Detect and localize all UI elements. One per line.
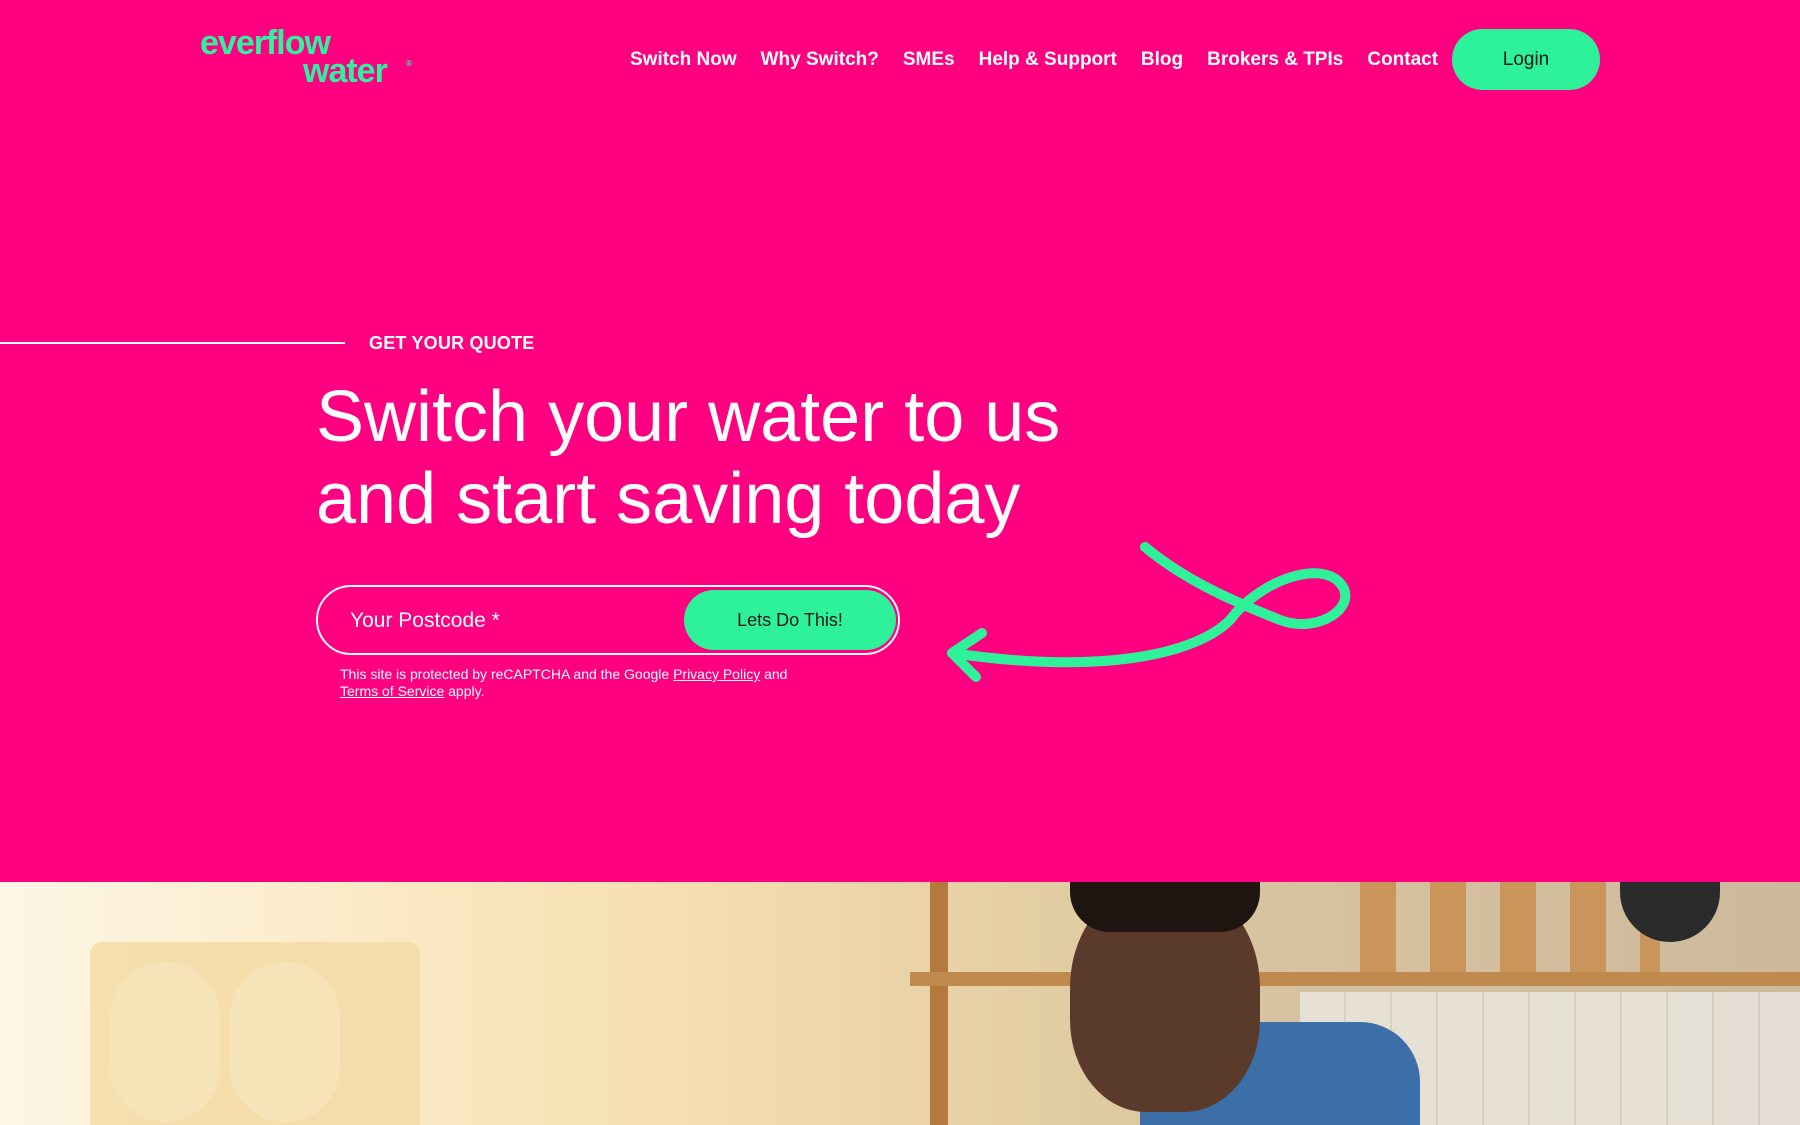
- main-nav: Switch Now Why Switch? SMEs Help & Suppo…: [630, 48, 1438, 72]
- nav-switch-now[interactable]: Switch Now: [630, 49, 737, 71]
- eyebrow-label: GET YOUR QUOTE: [369, 333, 535, 353]
- photo-background-shape: [110, 962, 220, 1122]
- photo-jars: [1360, 882, 1660, 972]
- squiggle-arrow-icon: [947, 542, 1351, 682]
- recaptcha-and: and: [764, 666, 788, 682]
- nav-why-switch[interactable]: Why Switch?: [761, 49, 879, 71]
- logo-line-2: water: [303, 52, 388, 90]
- photo-person-hair: [1070, 882, 1260, 932]
- eyebrow-divider: [0, 342, 345, 344]
- nav-smes[interactable]: SMEs: [903, 49, 955, 71]
- headline-line-1: Switch your water to us: [316, 377, 1061, 457]
- nav-blog[interactable]: Blog: [1141, 49, 1183, 71]
- logo-registered-mark: ®: [406, 59, 412, 68]
- photo-background-shape: [230, 962, 340, 1122]
- headline-line-2: and start saving today: [316, 459, 1021, 539]
- recaptcha-prefix: This site is protected by reCAPTCHA and …: [340, 666, 670, 682]
- terms-of-service-link[interactable]: Terms of Service: [340, 683, 444, 699]
- everflow-water-logo[interactable]: everflow water ®: [200, 26, 420, 88]
- lets-do-this-button[interactable]: Lets Do This!: [684, 590, 896, 650]
- postcode-input[interactable]: [348, 601, 692, 641]
- postcode-form: Lets Do This!: [316, 585, 900, 655]
- nav-help-support[interactable]: Help & Support: [979, 49, 1117, 71]
- photo-shelf: [910, 972, 1800, 986]
- privacy-policy-link[interactable]: Privacy Policy: [673, 666, 760, 682]
- recaptcha-suffix: apply.: [448, 683, 485, 699]
- hero-headline: Switch your water to us and start saving…: [316, 376, 1216, 540]
- nav-brokers-tpis[interactable]: Brokers & TPIs: [1207, 49, 1343, 71]
- login-button[interactable]: Login: [1452, 29, 1600, 90]
- recaptcha-notice: This site is protected by reCAPTCHA and …: [340, 666, 840, 700]
- nav-contact[interactable]: Contact: [1367, 49, 1438, 71]
- photo-shelf-post: [930, 882, 948, 1125]
- hero-photo: [0, 882, 1800, 1125]
- site-header: everflow water ® Switch Now Why Switch? …: [0, 0, 1800, 120]
